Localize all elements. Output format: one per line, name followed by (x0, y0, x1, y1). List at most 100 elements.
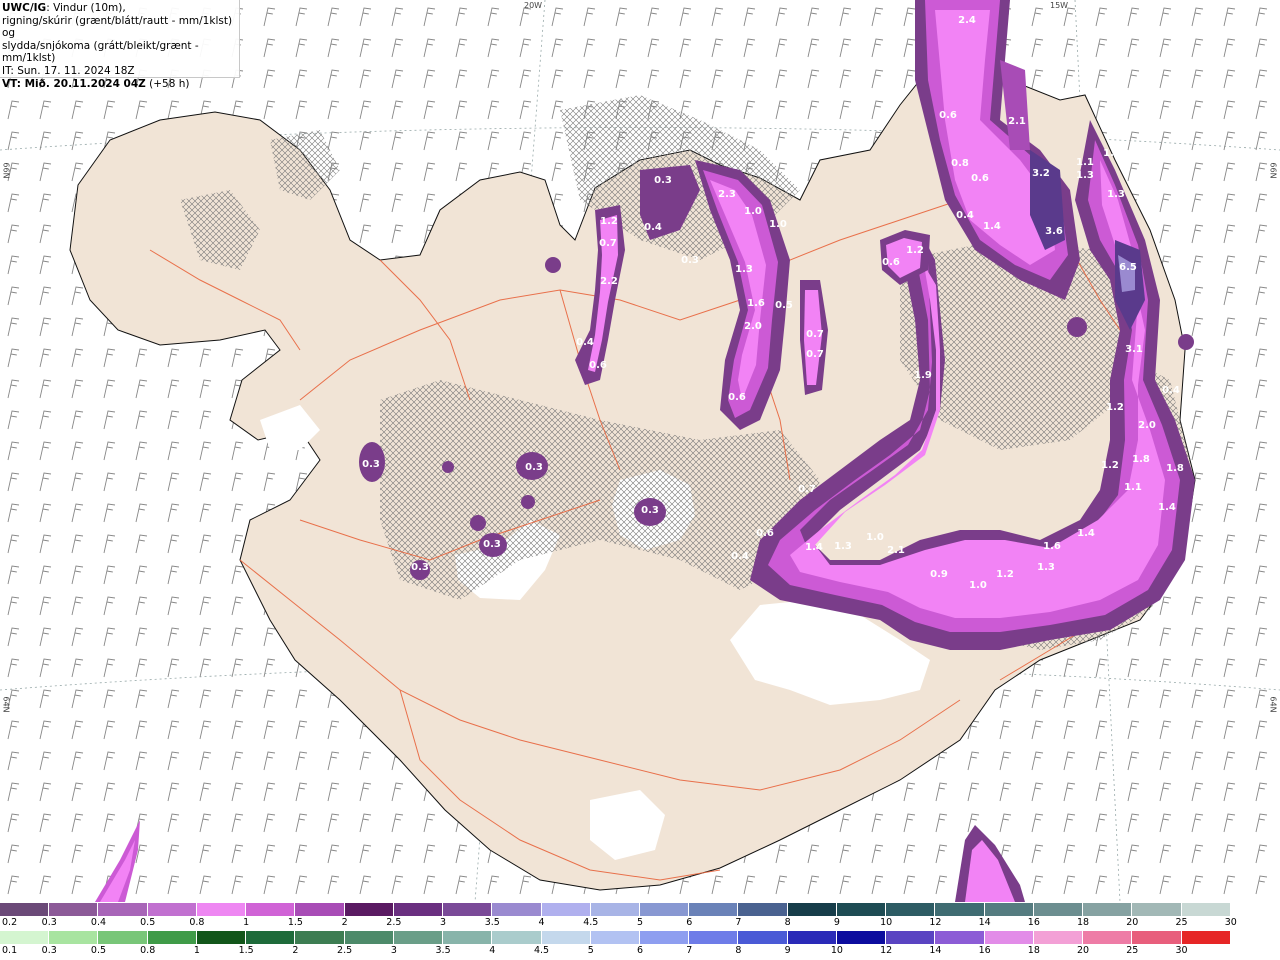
legend-swatch (246, 903, 296, 916)
precip-value: 0.6 (756, 528, 774, 539)
legend-label: 8 (784, 917, 791, 928)
legend-swatch (295, 931, 345, 944)
legend-swatch (836, 931, 887, 944)
legend-label: 25 (1126, 945, 1139, 956)
legend-label: 2.5 (337, 945, 353, 956)
legend-label: 2 (292, 945, 299, 956)
legend-swatch (98, 903, 148, 916)
legend-label: 14 (978, 917, 991, 928)
lat-label-66n-right: 66N (1268, 162, 1278, 179)
legend-label: 12 (929, 917, 942, 928)
lat-label-66n-left: 66N (1, 162, 11, 179)
legend-label: 16 (1027, 917, 1040, 928)
title-text: : Vindur (10m), (46, 2, 126, 14)
precip-value: 2.0 (744, 321, 762, 332)
legend-swatch (393, 903, 444, 916)
legend-swatch (147, 931, 197, 944)
precip-value: 0.4 (956, 210, 974, 221)
precip-value: 3.1 (1125, 344, 1143, 355)
legend-swatch (393, 931, 444, 944)
legend-label: 4.5 (583, 917, 599, 928)
legend-swatch (590, 903, 640, 916)
legend-swatch (689, 931, 739, 944)
legend-swatch (935, 931, 985, 944)
legend-label: 7 (735, 917, 742, 928)
legend-label: 0.5 (140, 917, 156, 928)
precip-value: 3.6 (1045, 226, 1063, 237)
issue-time: IT: Sun. 17. 11. 2024 18Z (2, 64, 135, 77)
legend-swatch (886, 903, 936, 916)
legend-label: 3 (440, 917, 447, 928)
legend-swatch (984, 903, 1034, 916)
legend-swatch (541, 931, 591, 944)
legend-label: 5 (636, 917, 644, 928)
precip-value: 1.3 (1076, 170, 1094, 181)
legend-label: 0.3 (41, 917, 57, 928)
precip-value: 1.3 (735, 264, 753, 275)
subtitle-line-2: rigning/skúrir (grænt/blátt/rautt - mm/1… (2, 14, 233, 40)
precip-value: 1.2 (1101, 460, 1119, 471)
precip-value: 1.3 (834, 541, 852, 552)
legend-rain-labels: 0.1 0.3 0.5 0.8 1 1.5 2 2.5 3 3.5 4 4.5 5 6 7 8 9 10 12 14 1… (0, 945, 1280, 958)
precip-value: 0.8 (951, 158, 969, 169)
legend-label: 18 (1027, 945, 1040, 956)
legend-label: 4 (538, 917, 545, 928)
legend-label: 9 (833, 917, 840, 928)
lon-label-15w: 15W (1050, 1, 1069, 10)
legend-swatch (196, 931, 247, 944)
legend-label: 5 (587, 945, 594, 956)
precip-value: 0.3 (641, 505, 659, 516)
precip-value: 0.7 (599, 238, 617, 249)
legend-swatch (1033, 903, 1084, 916)
precip-value: 1.0 (866, 532, 884, 543)
precip-value: 1.2 (996, 569, 1014, 580)
legend-swatch (0, 903, 50, 916)
legend-swatch (443, 931, 493, 944)
legend-swatch (1083, 931, 1133, 944)
precip-value: 1.3 (1037, 562, 1055, 573)
precip-value: 1.1 (1124, 482, 1142, 493)
legend-swatch (443, 903, 493, 916)
legend-swatch (49, 931, 99, 944)
precip-value: 0.6 (728, 392, 746, 403)
legend-label: 30 (1224, 917, 1237, 928)
legend-label: 25 (1175, 917, 1188, 928)
legend-label: 6 (636, 945, 644, 956)
precip-value: 0.9 (930, 569, 948, 580)
legend-swatch (1132, 903, 1182, 916)
precip-value: 0.6 (882, 257, 900, 268)
legend-label: 3 (390, 945, 397, 956)
legend-swatch (1033, 931, 1084, 944)
precip-value: 1.3 (1107, 189, 1125, 200)
forecast-map: 2.40.62.10.80.6 3.21.11.30.41.4 3.61.31.30… (0, 0, 1280, 902)
precip-value: 1.0 (769, 219, 787, 230)
precip-value: 1.3 (1103, 148, 1121, 159)
legend-label: 0.3 (41, 945, 57, 956)
legend-label: 1 (193, 945, 200, 956)
precip-value: 2.2 (600, 276, 618, 287)
precip-value: 1.2 (1106, 402, 1124, 413)
legend-label: 14 (929, 945, 942, 956)
legend-swatch (640, 903, 690, 916)
legend-swatch (1083, 903, 1133, 916)
precip-value: 1.6 (1043, 541, 1061, 552)
legend-swatch (147, 903, 197, 916)
precip-value: 0.4 (1162, 385, 1180, 396)
valid-time: VT: Mið. 20.11.2024 04Z (2, 77, 146, 90)
precip-value: 2.1 (887, 545, 905, 556)
map-info-header: UWC/IG: Vindur (10m), rigning/skúrir (gr… (0, 0, 240, 90)
legend-label: 0.1 (2, 945, 18, 956)
precip-value: 2.0 (1138, 420, 1156, 431)
precip-value: 0.3 (681, 255, 699, 266)
legend-swatch (295, 903, 345, 916)
lat-label-64n-left: 64N (1, 696, 11, 713)
precip-value: 1.4 (805, 542, 823, 553)
precip-value: 0.3 (362, 459, 380, 470)
title-line: UWC/IG: Vindur (10m), (2, 2, 239, 15)
legend-label: 3.5 (435, 945, 451, 956)
legend-label: 18 (1077, 917, 1090, 928)
precip-value: 0.6 (939, 110, 957, 121)
precip-value: 2.1 (1008, 116, 1026, 127)
legend-swatch (787, 931, 837, 944)
precip-value: 1.6 (747, 298, 765, 309)
